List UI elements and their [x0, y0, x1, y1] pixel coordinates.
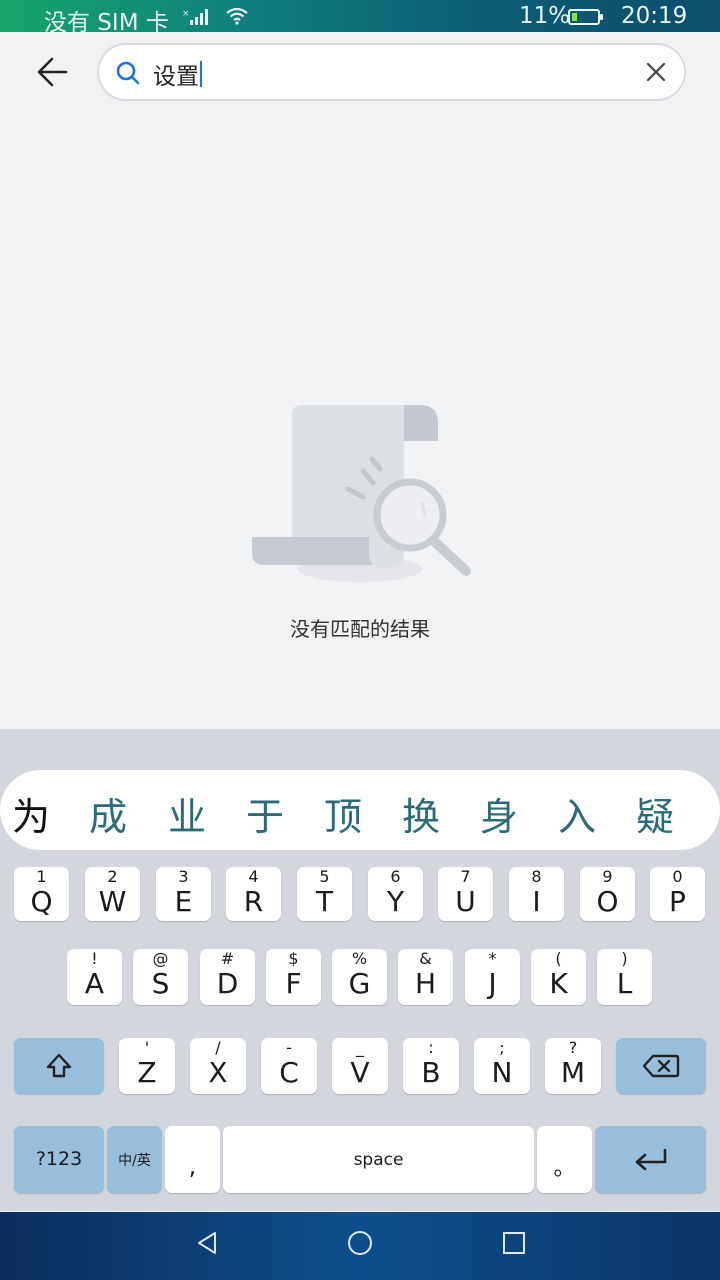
- text-cursor: [200, 61, 202, 87]
- space-key[interactable]: space: [223, 1126, 534, 1193]
- key-a[interactable]: ! A: [67, 949, 122, 1005]
- key-x[interactable]: / X: [190, 1038, 246, 1094]
- key-i[interactable]: 8I: [509, 867, 564, 921]
- back-button[interactable]: [30, 52, 74, 92]
- key-z[interactable]: ' Z: [119, 1038, 175, 1094]
- key-e[interactable]: 3E: [156, 867, 211, 921]
- svg-text:×: ×: [182, 9, 190, 19]
- recents-square-icon: [503, 1232, 525, 1254]
- key-h[interactable]: & H: [398, 949, 453, 1005]
- empty-state-message: 没有匹配的结果: [290, 617, 430, 641]
- back-triangle-icon: [198, 1232, 216, 1254]
- signal-icon: ×: [182, 8, 210, 30]
- key-n[interactable]: ; N: [474, 1038, 530, 1094]
- battery-icon: [568, 9, 603, 25]
- back-arrow-icon: [37, 57, 68, 87]
- candidate-word[interactable]: 于: [246, 786, 284, 841]
- key-p[interactable]: 0P: [650, 867, 705, 921]
- key-v[interactable]: _ V: [332, 1038, 388, 1094]
- clock: 20:19: [621, 3, 688, 29]
- candidate-word[interactable]: 换: [402, 786, 440, 841]
- backspace-icon: [642, 1054, 680, 1078]
- enter-key[interactable]: [595, 1126, 706, 1193]
- language-switch-key[interactable]: 中/英: [107, 1126, 162, 1193]
- navigation-bar: [0, 1212, 720, 1280]
- search-input[interactable]: 设置: [153, 57, 199, 91]
- candidate-word[interactable]: 为: [12, 786, 50, 841]
- home-circle-icon: [348, 1231, 372, 1255]
- shift-key[interactable]: [14, 1038, 104, 1094]
- key-j[interactable]: * J: [465, 949, 520, 1005]
- comma-key[interactable]: ,: [165, 1126, 220, 1193]
- candidate-word[interactable]: 顶: [324, 786, 362, 841]
- key-l[interactable]: ) L: [597, 949, 652, 1005]
- enter-icon: [635, 1148, 667, 1171]
- carrier-text: 没有 SIM 卡: [44, 10, 169, 36]
- candidate-word[interactable]: 成: [89, 786, 127, 841]
- clear-search-button[interactable]: [644, 60, 668, 88]
- symbols-key[interactable]: ?123: [14, 1126, 104, 1193]
- key-c[interactable]: -C: [261, 1038, 317, 1094]
- nav-back-button[interactable]: [195, 1230, 219, 1260]
- battery-percent: 11%: [519, 3, 571, 29]
- key-u[interactable]: 7U: [438, 867, 493, 921]
- close-icon: [646, 62, 666, 82]
- search-bar[interactable]: 设置: [97, 43, 686, 101]
- candidate-word[interactable]: 疑: [636, 786, 674, 841]
- candidate-word[interactable]: 业: [168, 786, 206, 841]
- no-results-illustration: [250, 403, 474, 589]
- key-o[interactable]: 9O: [580, 867, 635, 921]
- shift-icon: [46, 1053, 72, 1078]
- key-m[interactable]: ? M: [545, 1038, 601, 1094]
- key-s[interactable]: @ S: [133, 949, 188, 1005]
- key-q[interactable]: 1Q: [14, 867, 69, 921]
- key-y[interactable]: 6Y: [368, 867, 423, 921]
- key-r[interactable]: 4R: [226, 867, 281, 921]
- key-d[interactable]: # D: [200, 949, 255, 1005]
- nav-recents-button[interactable]: [502, 1230, 526, 1260]
- key-w[interactable]: 2W: [85, 867, 140, 921]
- candidate-bar: 为 成 业 于 顶 换 身 入 疑: [0, 770, 720, 850]
- search-icon: [115, 60, 141, 90]
- candidate-word[interactable]: 身: [480, 786, 518, 841]
- status-bar: 没有 SIM 卡 × 11% 20:19: [0, 0, 720, 36]
- key-b[interactable]: :B: [403, 1038, 459, 1094]
- key-g[interactable]: % G: [332, 949, 387, 1005]
- wifi-icon: [226, 7, 248, 29]
- candidate-word[interactable]: 入: [558, 786, 596, 841]
- key-t[interactable]: 5T: [297, 867, 352, 921]
- key-k[interactable]: (K: [531, 949, 586, 1005]
- period-key[interactable]: 。: [537, 1126, 592, 1193]
- nav-home-button[interactable]: [347, 1230, 373, 1260]
- backspace-key[interactable]: [616, 1038, 706, 1094]
- key-f[interactable]: $ F: [266, 949, 321, 1005]
